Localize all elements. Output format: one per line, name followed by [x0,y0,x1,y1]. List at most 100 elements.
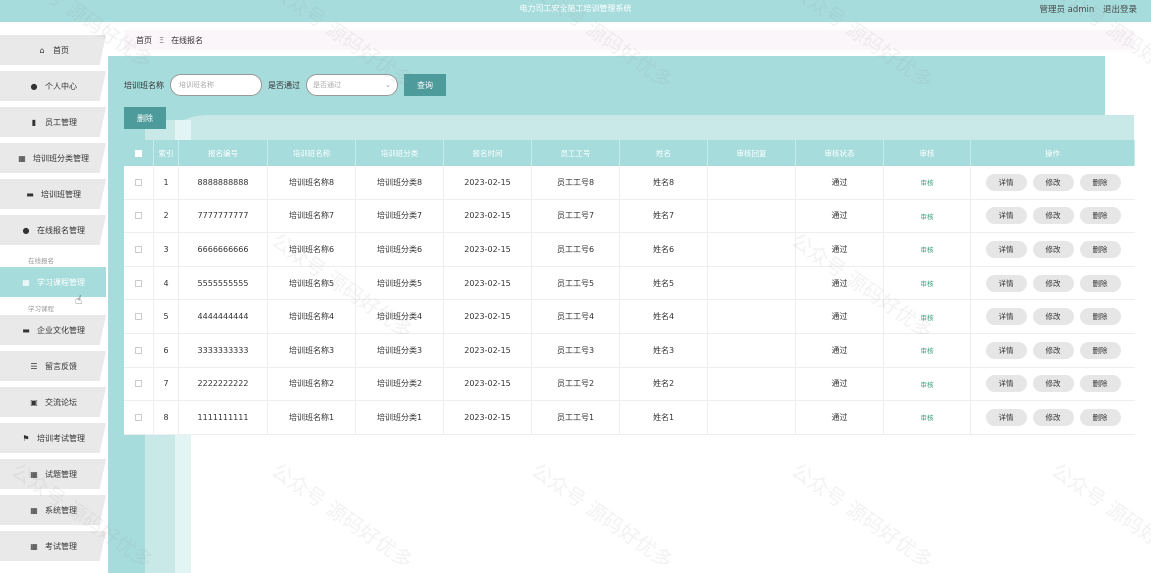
row-checkbox[interactable] [124,266,154,300]
breadcrumb-home[interactable]: 首页 [136,35,152,46]
cell-audit: 审核 [884,333,971,367]
select-all-checkbox[interactable] [124,140,154,166]
checkbox-box[interactable] [135,149,142,157]
cell-status: 通过 [796,401,884,434]
sidebar-item-9[interactable]: ☰ 留言反馈 [0,351,106,381]
sidebar-item-label: 留言反馈 [45,361,77,371]
detail-button[interactable]: 详情 [985,207,1027,225]
query-button[interactable]: 查询 [404,74,446,96]
flag-icon: ⚑ [22,433,30,443]
sidebar-item-3[interactable]: ▮ 员工管理 [0,107,106,137]
cell-index: 5 [154,300,179,333]
sidebar-item-label: 培训班分类管理 [33,153,89,163]
edit-button[interactable]: 修改 [1032,207,1074,225]
cell-date: 2023-02-15 [444,266,532,300]
sidebar-item-7[interactable]: ▦ 学习课程管理 [0,267,106,297]
detail-button[interactable]: 详情 [985,173,1027,191]
edit-button[interactable]: 修改 [1032,274,1074,292]
sidebar-item-2[interactable]: ● 个人中心 [0,71,106,101]
sidebar-item-10[interactable]: ▣ 交流论坛 [0,387,106,417]
row-checkbox[interactable] [124,367,154,401]
checkbox-box[interactable] [135,313,142,321]
logout-link[interactable]: 退出登录 [1103,5,1137,15]
delete-button[interactable]: 删除 [1079,173,1121,191]
cell-emp-no: 员工工号2 [532,367,620,401]
cell-category: 培训班分类1 [356,401,444,434]
delete-button[interactable]: 删除 [1079,341,1121,359]
list-icon: ☰ [30,361,38,371]
row-checkbox[interactable] [124,166,154,199]
detail-button[interactable]: 详情 [985,274,1027,292]
detail-button[interactable]: 详情 [985,408,1027,426]
sidebar: ⌂ 首页 ● 个人中心 ▮ 员工管理 ▦ 培训班分类管理 ▬ 培训班管理 ● 在线报名管理 ▦ 学习课程管… [0,22,108,573]
sidebar-item-8[interactable]: ▬ 企业文化管理 [0,315,106,345]
cell-status: 通过 [796,333,884,367]
grid-icon: ▦ [22,277,30,287]
cell-audit: 审核 [884,401,971,434]
detail-button[interactable]: 详情 [985,240,1027,258]
audit-link[interactable]: 审核 [921,312,934,322]
cell-audit: 审核 [884,199,971,233]
cell-class-name: 培训班名称3 [268,333,356,367]
cell-date: 2023-02-15 [444,166,532,199]
sidebar-item-1[interactable]: ⌂ 首页 [0,35,106,65]
delete-button[interactable]: 删除 [1079,207,1121,225]
cell-index: 3 [154,233,179,266]
row-checkbox[interactable] [124,300,154,333]
edit-button[interactable]: 修改 [1032,240,1074,258]
cell-audit: 审核 [884,166,971,199]
checkbox-box[interactable] [135,212,142,220]
cell-reply [708,367,796,401]
checkbox-box[interactable] [135,346,142,354]
audit-link[interactable]: 审核 [921,379,934,389]
sidebar-item-5[interactable]: ▬ 培训班管理 [0,179,106,209]
sidebar-item-6[interactable]: ● 在线报名管理 [0,215,106,245]
batch-delete-button[interactable]: 删除 [124,107,166,129]
sidebar-item-4[interactable]: ▦ 培训班分类管理 [0,143,106,173]
checkbox-box[interactable] [135,413,142,421]
delete-button[interactable]: 删除 [1079,240,1121,258]
audit-link[interactable]: 审核 [921,278,934,288]
detail-button[interactable]: 详情 [985,375,1027,393]
delete-button[interactable]: 删除 [1079,375,1121,393]
edit-button[interactable]: 修改 [1032,408,1074,426]
checkbox-box[interactable] [135,279,142,287]
monitor-icon: ▬ [22,325,30,335]
submenu-peek-top: 在线报名 [28,257,54,265]
checkbox-box[interactable] [135,245,142,253]
passed-select[interactable]: 是否通过 ⌄ [306,74,398,96]
cell-reply [708,401,796,434]
detail-button[interactable]: 详情 [985,341,1027,359]
audit-link[interactable]: 审核 [921,177,934,187]
checkbox-box[interactable] [135,380,142,388]
row-checkbox[interactable] [124,199,154,233]
audit-link[interactable]: 审核 [921,345,934,355]
delete-button[interactable]: 删除 [1079,274,1121,292]
row-checkbox[interactable] [124,233,154,266]
audit-link[interactable]: 审核 [921,412,934,422]
delete-button[interactable]: 删除 [1079,408,1121,426]
audit-link[interactable]: 审核 [921,244,934,254]
registration-table: 索引 报名编号 培训班名称 培训班分类 报名时间 员工工号 姓名 审核回复 审核状态 审核 操作 1… [124,140,1135,435]
edit-button[interactable]: 修改 [1032,308,1074,326]
sidebar-item-11[interactable]: ⚑ 培训考试管理 [0,423,106,453]
edit-button[interactable]: 修改 [1032,173,1074,191]
cell-name: 姓名7 [620,199,708,233]
class-name-input[interactable]: 培训班名称 [170,74,262,96]
sidebar-item-label: 培训考试管理 [37,433,85,443]
delete-button[interactable]: 删除 [1079,308,1121,326]
edit-button[interactable]: 修改 [1032,375,1074,393]
cell-class-name: 培训班名称5 [268,266,356,300]
breadcrumb-current: 在线报名 [171,35,204,45]
edit-button[interactable]: 修改 [1032,341,1074,359]
audit-link[interactable]: 审核 [921,211,934,221]
sidebar-item-13[interactable]: ▦ 系统管理 [0,495,106,525]
detail-button[interactable]: 详情 [985,308,1027,326]
row-checkbox[interactable] [124,401,154,434]
sidebar-item-14[interactable]: ▦ 考试管理 [0,531,106,561]
checkbox-box[interactable] [135,178,142,186]
cell-index: 8 [154,401,179,434]
passed-select-placeholder: 是否通过 [313,81,341,89]
sidebar-item-12[interactable]: ▦ 试题管理 [0,459,106,489]
row-checkbox[interactable] [124,333,154,367]
